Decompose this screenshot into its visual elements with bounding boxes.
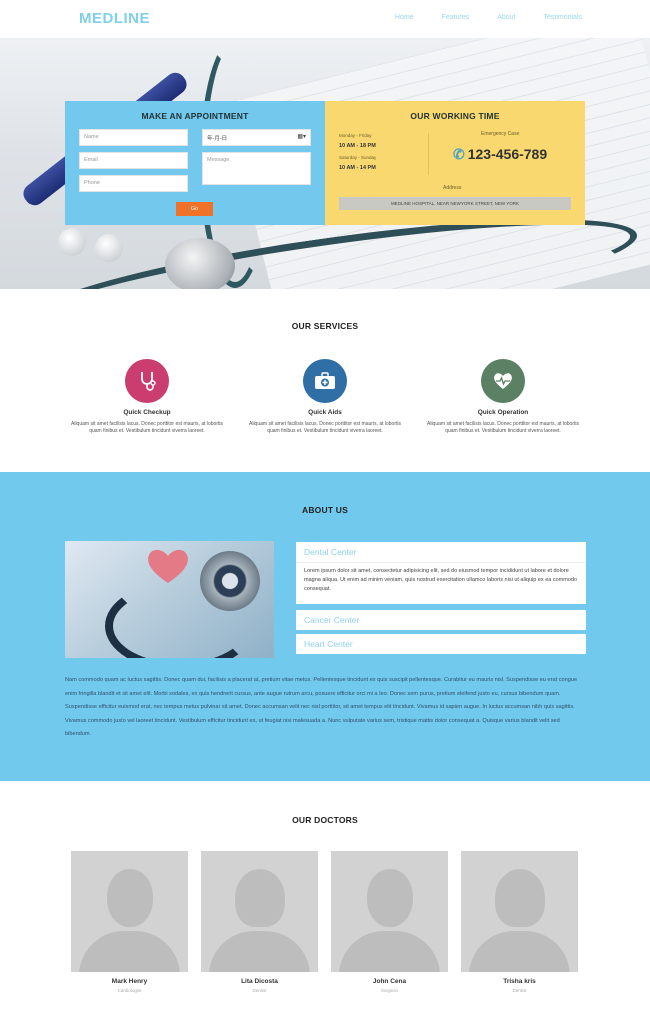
doctor-avatar — [331, 851, 448, 972]
hero-chestpiece-graphic — [165, 238, 235, 289]
service-desc: Aliquam sit amet facilisis lacus. Donec … — [427, 421, 579, 434]
doctor-avatar — [201, 851, 318, 972]
doctor-role: Surgeon — [380, 988, 398, 993]
hours-divider — [428, 133, 429, 175]
doctor-name: Trisha kris — [503, 978, 536, 985]
accordion-head[interactable]: Cancer Center — [296, 610, 586, 630]
doctor-avatar — [461, 851, 578, 972]
name-input[interactable]: Name — [79, 129, 188, 146]
top-navbar: MEDLINE Home Features About Testimonials — [0, 0, 650, 38]
about-section: ABOUT US Dental Center Lorem ipsum dolor… — [0, 472, 650, 781]
doctor-name: John Cena — [372, 978, 407, 985]
about-paragraph: Nam commodo quam ac luctus sagittis. Don… — [65, 677, 578, 737]
doctor-role: Dentist — [512, 988, 527, 993]
calendar-dropdown-icon[interactable]: ▦▾ — [297, 133, 306, 140]
doctor-name: Lita Dicosta — [241, 978, 278, 985]
site-logo[interactable]: MEDLINE — [79, 10, 150, 27]
service-card-quick-checkup: Quick Checkup Aliquam sit amet facilisis… — [66, 359, 228, 435]
hero-earpiece-graphic — [58, 228, 86, 256]
accordion-item-heart-center: Heart Center — [296, 634, 586, 654]
doctor-card[interactable]: Lita Dicosta Dentist — [201, 851, 318, 993]
emergency-label: Emergency Case — [481, 131, 520, 137]
weekday-hours: 10 AM - 18 PM — [339, 143, 376, 149]
about-title: ABOUT US — [302, 505, 348, 515]
doctor-card[interactable]: John Cena Surgeon — [331, 851, 448, 993]
accordion-head[interactable]: Dental Center — [296, 542, 586, 562]
appointment-form: MAKE AN APPOINTMENT Name Email Phone 年-月… — [65, 101, 325, 225]
hours-column: Monday - Friday 10 AM - 18 PM Saturday -… — [339, 133, 376, 177]
emergency-phone: ✆ 123-456-789 — [453, 146, 547, 163]
date-input[interactable]: 年-月-日 ▦▾ — [202, 129, 311, 146]
nav-links: Home Features About Testimonials — [367, 14, 582, 21]
stethoscope-chestpiece-graphic — [200, 551, 260, 611]
address-value: MEDLINE HOSPITAL, NEAR NEWYORK STREET, N… — [339, 197, 571, 210]
nav-link-about[interactable]: About — [497, 14, 515, 21]
service-desc: Aliquam sit amet facilisis lacus. Donec … — [249, 421, 401, 434]
accordion-head[interactable]: Heart Center — [296, 634, 586, 654]
stethoscope-icon[interactable] — [125, 359, 169, 403]
weekday-label: Monday - Friday — [339, 133, 372, 138]
heart-graphic — [148, 549, 188, 583]
email-input[interactable]: Email — [79, 152, 188, 169]
service-desc: Aliquam sit amet facilisis lacus. Donec … — [71, 421, 223, 434]
working-time-panel: OUR WORKING TIME Monday - Friday 10 AM -… — [325, 101, 585, 225]
doctor-card[interactable]: Trisha kris Dentist — [461, 851, 578, 993]
appointment-title: MAKE AN APPOINTMENT — [141, 111, 249, 121]
service-card-quick-operation: Quick Operation Aliquam sit amet facilis… — [422, 359, 584, 435]
date-value: 年-月-日 — [207, 136, 228, 142]
go-button[interactable]: Go — [176, 202, 213, 216]
nav-link-features[interactable]: Features — [442, 14, 470, 21]
phone-input[interactable]: Phone — [79, 175, 188, 192]
weekend-label: Saturday - Sunday — [339, 155, 377, 160]
phone-number: 123-456-789 — [467, 146, 548, 162]
phone-icon: ✆ — [453, 146, 465, 162]
doctor-avatar — [71, 851, 188, 972]
accordion-body: Lorem ipsum dolor sit amet, consectetur … — [296, 562, 586, 604]
hero-banner: MAKE AN APPOINTMENT Name Email Phone 年-月… — [0, 38, 650, 289]
service-name: Quick Checkup — [123, 409, 171, 416]
doctor-name: Mark Henry — [111, 978, 148, 985]
working-time-title: OUR WORKING TIME — [410, 111, 500, 121]
accordion-item-dental-center: Dental Center Lorem ipsum dolor sit amet… — [296, 542, 586, 604]
about-image — [65, 541, 274, 658]
doctors-title: OUR DOCTORS — [292, 815, 358, 825]
hero-earpiece-graphic — [95, 234, 123, 262]
doctor-role: Cardiologist — [117, 988, 142, 993]
service-name: Quick Aids — [308, 409, 342, 416]
weekend-hours: 10 AM - 14 PM — [339, 165, 376, 171]
heartbeat-icon[interactable] — [481, 359, 525, 403]
doctor-role: Dentist — [252, 988, 267, 993]
accordion-item-cancer-center: Cancer Center — [296, 610, 586, 630]
services-title: OUR SERVICES — [291, 321, 359, 331]
message-textarea[interactable]: Message — [202, 152, 311, 185]
service-name: Quick Operation — [477, 409, 529, 416]
address-label: Address — [443, 185, 462, 191]
nav-link-home[interactable]: Home — [395, 14, 414, 21]
first-aid-kit-icon[interactable] — [303, 359, 347, 403]
nav-link-testimonials[interactable]: Testimonials — [543, 14, 582, 21]
doctor-card[interactable]: Mark Henry Cardiologist — [71, 851, 188, 993]
service-card-quick-aids: Quick Aids Aliquam sit amet facilisis la… — [244, 359, 406, 435]
